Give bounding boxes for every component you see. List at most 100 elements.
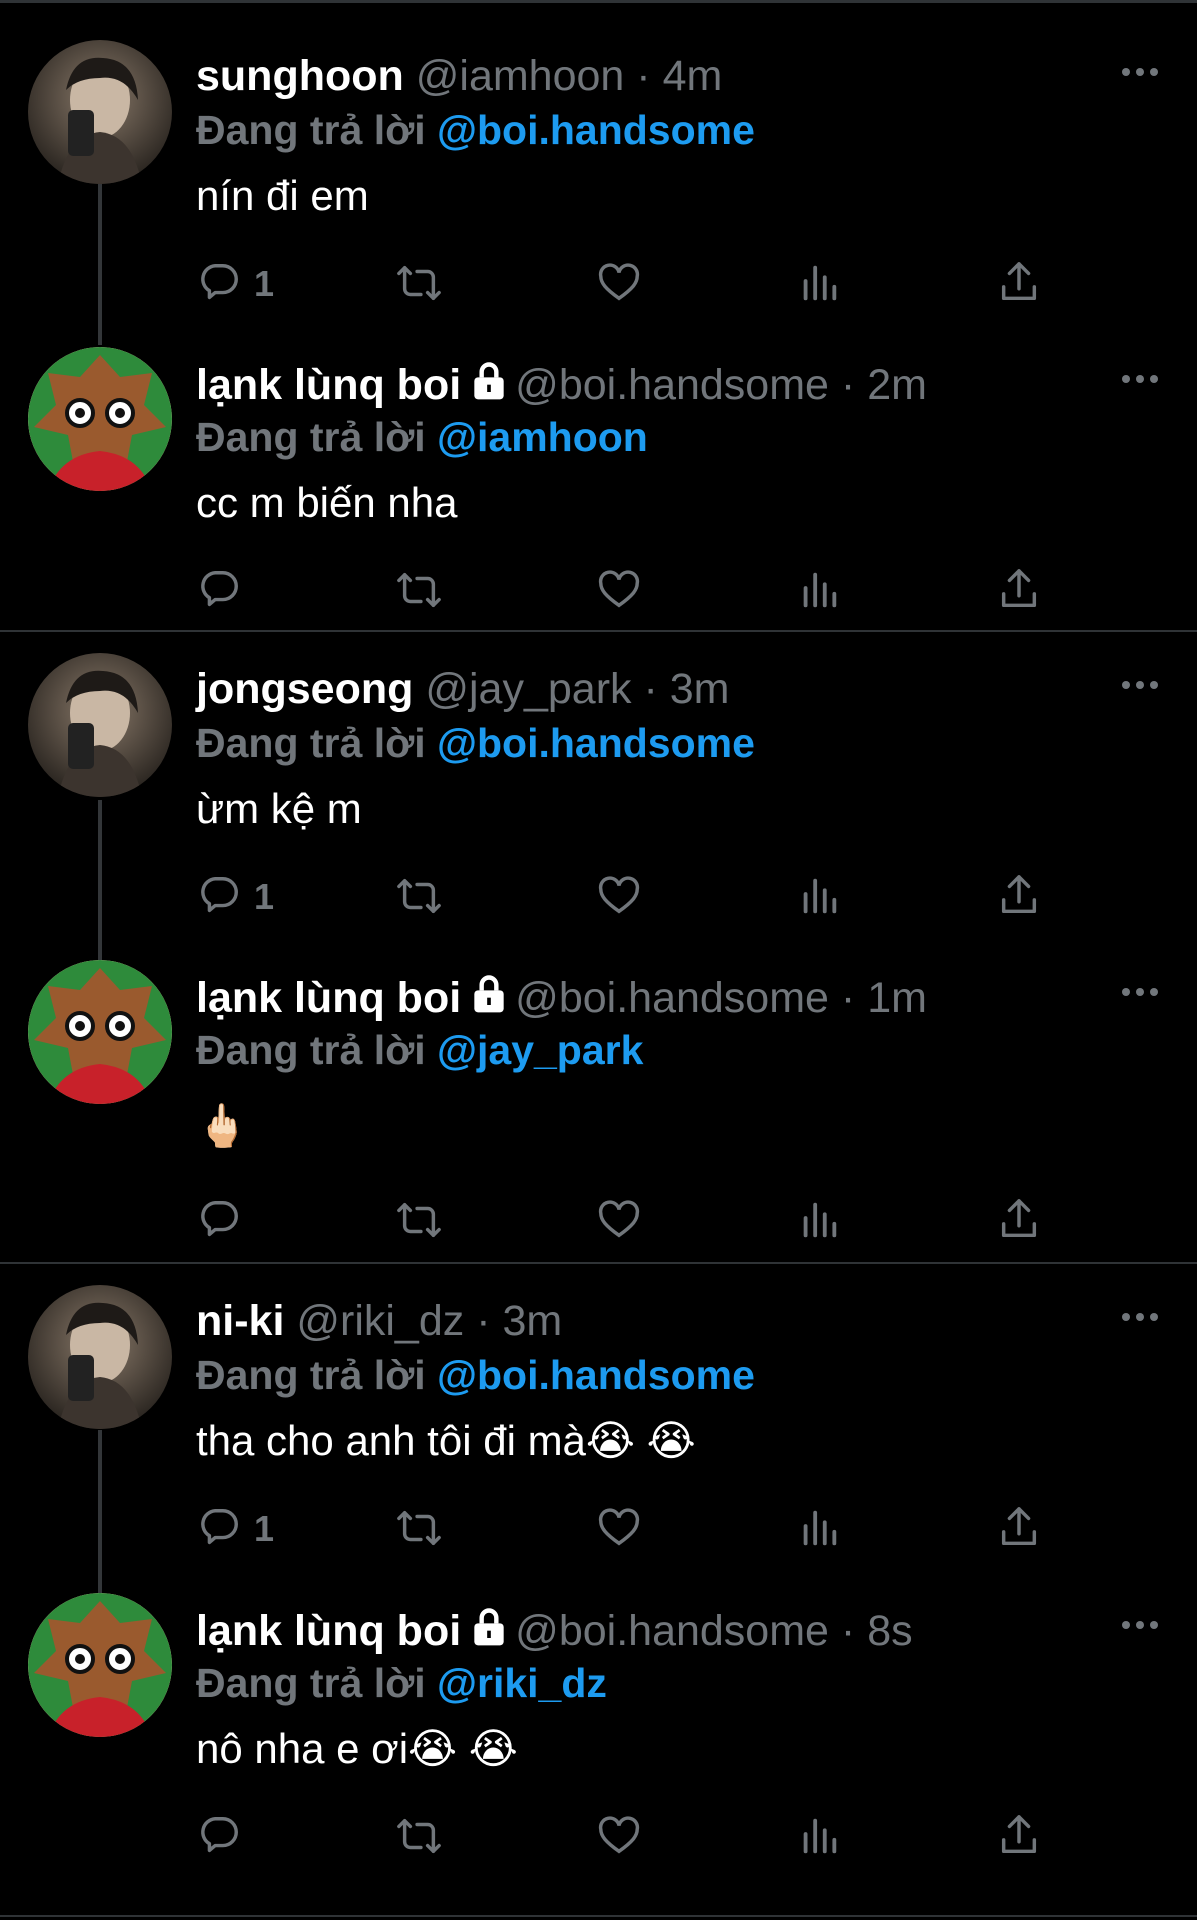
action-bar bbox=[196, 1808, 1076, 1868]
reply-button[interactable]: 1 bbox=[196, 868, 316, 928]
replying-to: Đang trả lời @boi.handsome bbox=[196, 1351, 755, 1399]
tweet[interactable]: ni-ki @riki_dz · 3m Đang trả lời @boi.han… bbox=[0, 1275, 1197, 1581]
reply-button[interactable]: 1 bbox=[196, 1500, 316, 1560]
share-button[interactable] bbox=[996, 562, 1116, 622]
timestamp[interactable]: 3m bbox=[670, 665, 730, 713]
portrait-avatar[interactable] bbox=[28, 653, 172, 797]
share-button[interactable] bbox=[996, 1192, 1116, 1252]
like-button[interactable] bbox=[596, 562, 716, 622]
replying-to-label: Đang trả lời bbox=[196, 1352, 438, 1398]
reply-count: 1 bbox=[254, 1508, 275, 1549]
reply-button[interactable]: 1 bbox=[196, 255, 316, 315]
retweet-button[interactable] bbox=[396, 562, 516, 622]
display-name[interactable]: lạnk lùnq boi bbox=[196, 974, 461, 1022]
reply-count: 1 bbox=[254, 263, 275, 304]
views-button[interactable] bbox=[796, 255, 916, 315]
action-bar: 1 bbox=[196, 1500, 1076, 1560]
like-button[interactable] bbox=[596, 1808, 716, 1868]
tweet[interactable]: lạnk lùnq boi @boi.handsome · 2m Đang trả … bbox=[0, 337, 1197, 643]
cartoon-leaf-avatar[interactable] bbox=[28, 1593, 172, 1737]
reply-target-link[interactable]: @boi.handsome bbox=[437, 1352, 755, 1398]
like-button[interactable] bbox=[596, 255, 716, 315]
tweet-text: ừm kệ m bbox=[196, 785, 362, 832]
tweet-text: cc m biến nha bbox=[196, 479, 458, 526]
cartoon-leaf-avatar[interactable] bbox=[28, 347, 172, 491]
lock-icon bbox=[461, 974, 515, 1022]
tweet-header: lạnk lùnq boi @boi.handsome · 2m bbox=[196, 359, 927, 409]
tweet[interactable]: lạnk lùnq boi @boi.handsome · 8s Đang trả … bbox=[0, 1583, 1197, 1889]
display-name[interactable]: jongseong bbox=[196, 665, 413, 713]
retweet-button[interactable] bbox=[396, 868, 516, 928]
reply-target-link[interactable]: @boi.handsome bbox=[437, 107, 755, 153]
reply-target-link[interactable]: @jay_park bbox=[437, 1027, 643, 1073]
user-handle[interactable]: @iamhoon bbox=[416, 52, 625, 100]
tweet[interactable]: sunghoon @iamhoon · 4m Đang trả lời @boi.… bbox=[0, 30, 1197, 336]
lock-icon bbox=[461, 1607, 515, 1655]
display-name[interactable]: sunghoon bbox=[196, 52, 404, 100]
more-options-icon[interactable] bbox=[1118, 1305, 1162, 1329]
timestamp[interactable]: 4m bbox=[663, 52, 723, 100]
separator-dot: · bbox=[636, 52, 651, 100]
user-handle[interactable]: @riki_dz bbox=[296, 1297, 464, 1345]
reply-count: 1 bbox=[254, 876, 275, 917]
tweet[interactable]: lạnk lùnq boi @boi.handsome · 1m Đang trả … bbox=[0, 950, 1197, 1256]
separator-dot: · bbox=[840, 361, 856, 409]
reply-button[interactable] bbox=[196, 1808, 316, 1868]
more-options-icon[interactable] bbox=[1118, 367, 1162, 391]
views-button[interactable] bbox=[796, 562, 916, 622]
reply-target-link[interactable]: @boi.handsome bbox=[437, 720, 755, 766]
user-handle[interactable]: @jay_park bbox=[425, 665, 631, 713]
like-button[interactable] bbox=[596, 868, 716, 928]
thread-divider bbox=[0, 1262, 1197, 1264]
timestamp[interactable]: 3m bbox=[503, 1297, 563, 1345]
replying-to: Đang trả lời @riki_dz bbox=[196, 1659, 607, 1707]
timestamp[interactable]: 8s bbox=[867, 1607, 912, 1655]
share-button[interactable] bbox=[996, 1500, 1116, 1560]
share-button[interactable] bbox=[996, 1808, 1116, 1868]
tweet-header: jongseong @jay_park · 3m bbox=[196, 665, 729, 713]
tweet-header: ni-ki @riki_dz · 3m bbox=[196, 1297, 562, 1345]
reply-button[interactable] bbox=[196, 1192, 316, 1252]
thread-divider bbox=[0, 1915, 1197, 1917]
timestamp[interactable]: 1m bbox=[867, 974, 927, 1022]
selfie-phone-avatar[interactable] bbox=[28, 40, 172, 184]
timestamp[interactable]: 2m bbox=[867, 361, 927, 409]
views-button[interactable] bbox=[796, 1192, 916, 1252]
more-options-icon[interactable] bbox=[1118, 1613, 1162, 1637]
reply-target-link[interactable]: @riki_dz bbox=[437, 1660, 607, 1706]
retweet-button[interactable] bbox=[396, 1192, 516, 1252]
display-name[interactable]: lạnk lùnq boi bbox=[196, 1607, 461, 1655]
replying-to-label: Đang trả lời bbox=[196, 1027, 438, 1073]
more-options-icon[interactable] bbox=[1118, 60, 1162, 84]
reply-target-link[interactable]: @iamhoon bbox=[437, 414, 648, 460]
replying-to-label: Đang trả lời bbox=[196, 107, 438, 153]
mirror-selfie-avatar[interactable] bbox=[28, 1285, 172, 1429]
retweet-button[interactable] bbox=[396, 1808, 516, 1868]
cartoon-leaf-avatar[interactable] bbox=[28, 960, 172, 1104]
share-button[interactable] bbox=[996, 255, 1116, 315]
retweet-button[interactable] bbox=[396, 255, 516, 315]
display-name[interactable]: ni-ki bbox=[196, 1297, 284, 1345]
more-options-icon[interactable] bbox=[1118, 673, 1162, 697]
user-handle[interactable]: @boi.handsome bbox=[515, 361, 829, 409]
retweet-button[interactable] bbox=[396, 1500, 516, 1560]
tweet-text: 🖕🏻 bbox=[196, 1102, 249, 1149]
action-bar: 1 bbox=[196, 868, 1076, 928]
share-button[interactable] bbox=[996, 868, 1116, 928]
replying-to-label: Đang trả lời bbox=[196, 720, 438, 766]
replying-to: Đang trả lời @jay_park bbox=[196, 1026, 643, 1074]
action-bar: 1 bbox=[196, 255, 1076, 315]
reply-button[interactable] bbox=[196, 562, 316, 622]
like-button[interactable] bbox=[596, 1192, 716, 1252]
user-handle[interactable]: @boi.handsome bbox=[515, 1607, 829, 1655]
replying-to: Đang trả lời @iamhoon bbox=[196, 413, 648, 461]
more-options-icon[interactable] bbox=[1118, 980, 1162, 1004]
tweet[interactable]: jongseong @jay_park · 3m Đang trả lời @bo… bbox=[0, 643, 1197, 949]
views-button[interactable] bbox=[796, 1500, 916, 1560]
tweet-text: nô nha e ơi😭 😭 bbox=[196, 1725, 518, 1772]
views-button[interactable] bbox=[796, 868, 916, 928]
like-button[interactable] bbox=[596, 1500, 716, 1560]
views-button[interactable] bbox=[796, 1808, 916, 1868]
user-handle[interactable]: @boi.handsome bbox=[515, 974, 829, 1022]
display-name[interactable]: lạnk lùnq boi bbox=[196, 361, 461, 409]
